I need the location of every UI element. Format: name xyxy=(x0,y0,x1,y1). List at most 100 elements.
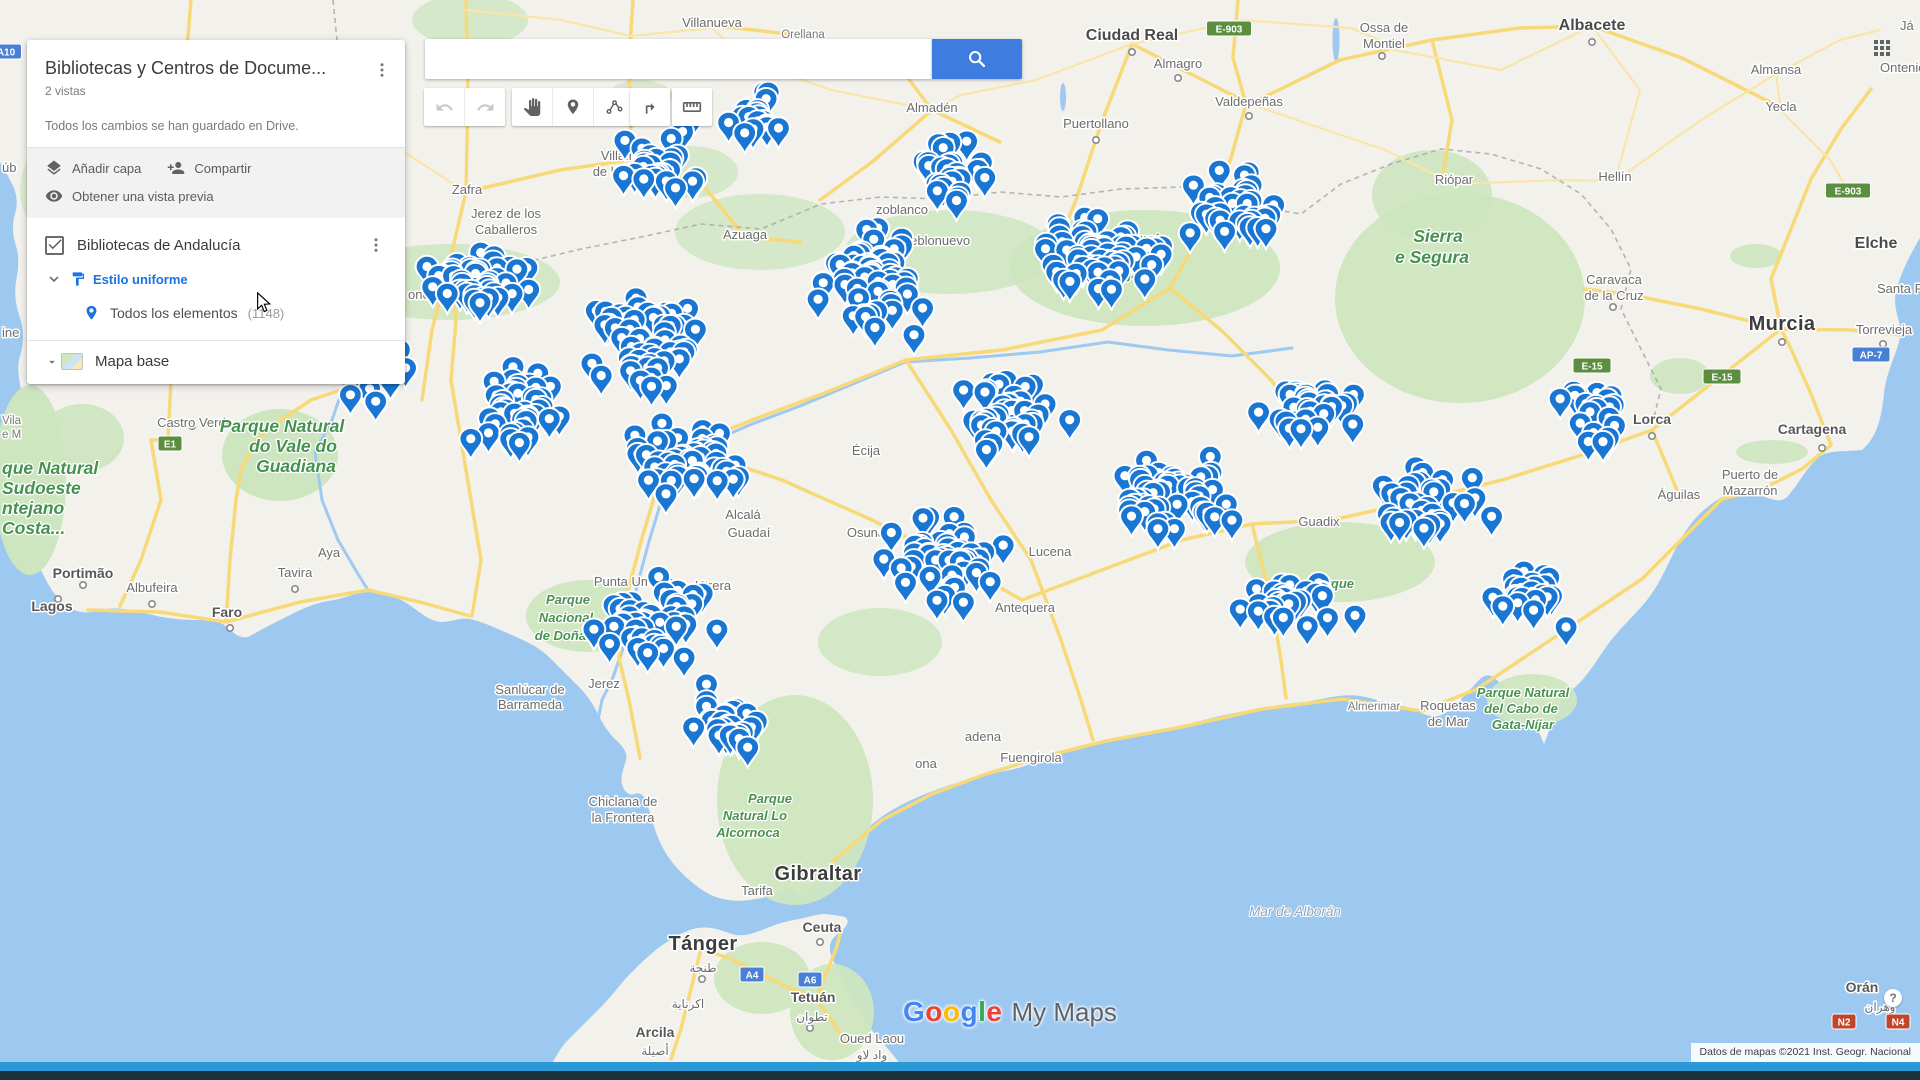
layer-checkbox[interactable] xyxy=(45,236,64,255)
preview-button[interactable]: Obtener una vista previa xyxy=(45,187,214,205)
map-label: Guadiana xyxy=(256,456,336,476)
apps-grid-icon xyxy=(1870,36,1894,60)
map-label: Albacete xyxy=(1559,17,1626,34)
draw-line-button[interactable] xyxy=(593,88,634,126)
road-badge-label: A6 xyxy=(804,976,817,987)
town-dot xyxy=(80,582,86,588)
panel-actions: Añadir capa Compartir Obtener una vista … xyxy=(27,147,405,218)
map-label: Arcila xyxy=(636,1024,675,1040)
map-label: Mazarrón xyxy=(1723,483,1778,498)
town-dot xyxy=(1129,49,1135,55)
place-pin-icon xyxy=(83,303,100,323)
map-label: úb xyxy=(2,160,16,175)
add-layer-button[interactable]: Añadir capa xyxy=(45,159,141,177)
map-label: أصيلة xyxy=(641,1043,669,1058)
map-label: que Natural xyxy=(2,458,99,478)
map-label: Costa... xyxy=(2,518,65,538)
map-label: Yecla xyxy=(1765,99,1797,114)
google-apps-button[interactable] xyxy=(1870,36,1894,60)
road-badge-label: E-903 xyxy=(1216,25,1243,36)
map-title[interactable]: Bibliotecas y Centros de Docume... xyxy=(45,58,387,79)
layer-menu-button[interactable] xyxy=(365,233,387,257)
map-label: del Cabo de xyxy=(1484,701,1558,716)
search-icon xyxy=(966,48,988,70)
map-label: Já xyxy=(1900,18,1915,33)
share-button[interactable]: Compartir xyxy=(167,159,251,177)
map-menu-button[interactable] xyxy=(371,58,393,82)
search-input[interactable] xyxy=(425,39,932,79)
map-label: Montiel xyxy=(1363,36,1405,51)
map-label: Hellín xyxy=(1598,169,1631,184)
chevron-down-icon[interactable] xyxy=(45,270,63,288)
all-items-label[interactable]: Todos los elementos xyxy=(110,305,238,321)
toolbar-measure-group xyxy=(672,88,712,126)
toolbar-directions-group xyxy=(630,88,670,126)
map-label: Tetuán xyxy=(791,989,836,1005)
hand-icon xyxy=(523,98,541,116)
search-button[interactable] xyxy=(932,39,1022,79)
add-directions-button[interactable] xyxy=(630,88,670,126)
map-label: Vila xyxy=(2,415,22,427)
map-label: Faro xyxy=(212,604,242,620)
map-label: Alcalá xyxy=(725,507,761,522)
map-label: Almadén xyxy=(906,100,957,115)
map-label: Ossa de xyxy=(1360,20,1408,35)
map-label: Roquetas xyxy=(1420,698,1476,713)
town-dot xyxy=(149,601,155,607)
google-my-maps-watermark: GoogleMy Maps xyxy=(903,996,1117,1028)
road-badge-label: N2 xyxy=(1838,1018,1851,1029)
layer-name[interactable]: Bibliotecas de Andalucía xyxy=(77,237,352,254)
kebab-icon xyxy=(367,236,385,254)
map-label: Santa P xyxy=(1877,281,1920,296)
base-map-icon xyxy=(45,353,83,370)
town-dot xyxy=(1175,75,1181,81)
map-label: Gibraltar xyxy=(775,863,862,885)
town-dot xyxy=(807,1025,813,1031)
map-label: de Mar xyxy=(1428,714,1469,729)
map-attribution: Datos de mapas ©2021 Inst. Geogr. Nacion… xyxy=(1691,1043,1920,1062)
uniform-style-button[interactable]: Estilo uniforme xyxy=(93,272,188,287)
town-dot xyxy=(1779,339,1785,345)
map-label: e M xyxy=(2,429,21,441)
help-button[interactable]: ? xyxy=(1884,989,1902,1007)
map-label: Almansa xyxy=(1751,62,1802,77)
map-label: Oued Laou xyxy=(840,1031,904,1046)
map-label: Fuengirola xyxy=(1000,750,1062,765)
measure-button[interactable] xyxy=(672,88,712,126)
town-dot xyxy=(699,976,705,982)
map-label: Tavira xyxy=(278,565,313,580)
map-label: Almerimar xyxy=(1348,701,1401,713)
map-label: Puertollano xyxy=(1063,116,1129,131)
map-label: Sudoeste xyxy=(2,478,81,498)
panel-header: Bibliotecas y Centros de Docume... 2 vis… xyxy=(27,40,405,133)
map-label: Mar de Alborán xyxy=(1249,904,1341,919)
road-badge-label: E-903 xyxy=(1835,187,1862,198)
marker-icon xyxy=(564,98,582,116)
pan-tool-button[interactable] xyxy=(512,88,552,126)
add-marker-button[interactable] xyxy=(552,88,593,126)
town-dot xyxy=(1819,445,1825,451)
park-area xyxy=(1650,358,1710,394)
map-label: Murcia xyxy=(1749,313,1816,335)
map-label: adena xyxy=(965,729,1002,744)
map-label: واد لاو xyxy=(856,1048,887,1062)
layers-icon xyxy=(45,159,63,177)
map-label: Chiclana de xyxy=(589,794,658,809)
road-badge-label: N4 xyxy=(1892,1018,1905,1029)
redo-button[interactable] xyxy=(464,88,505,126)
town-dot xyxy=(1246,113,1252,119)
map-label: Caravaca xyxy=(1586,272,1642,287)
road-badge-label: A10 xyxy=(0,48,16,59)
map-label: Villanueva xyxy=(682,15,743,30)
ruler-icon xyxy=(682,97,702,117)
undo-button[interactable] xyxy=(424,88,464,126)
base-map-row[interactable]: Mapa base xyxy=(27,341,405,384)
map-label: Barrameda xyxy=(498,697,563,712)
town-dot xyxy=(1649,433,1655,439)
share-label: Compartir xyxy=(194,161,251,176)
map-label: Sierra xyxy=(1413,226,1463,246)
mouse-cursor xyxy=(256,292,272,319)
toolbar-history-group xyxy=(424,88,505,126)
map-label: Torrevieja xyxy=(1856,322,1913,337)
search-bar xyxy=(425,39,932,79)
